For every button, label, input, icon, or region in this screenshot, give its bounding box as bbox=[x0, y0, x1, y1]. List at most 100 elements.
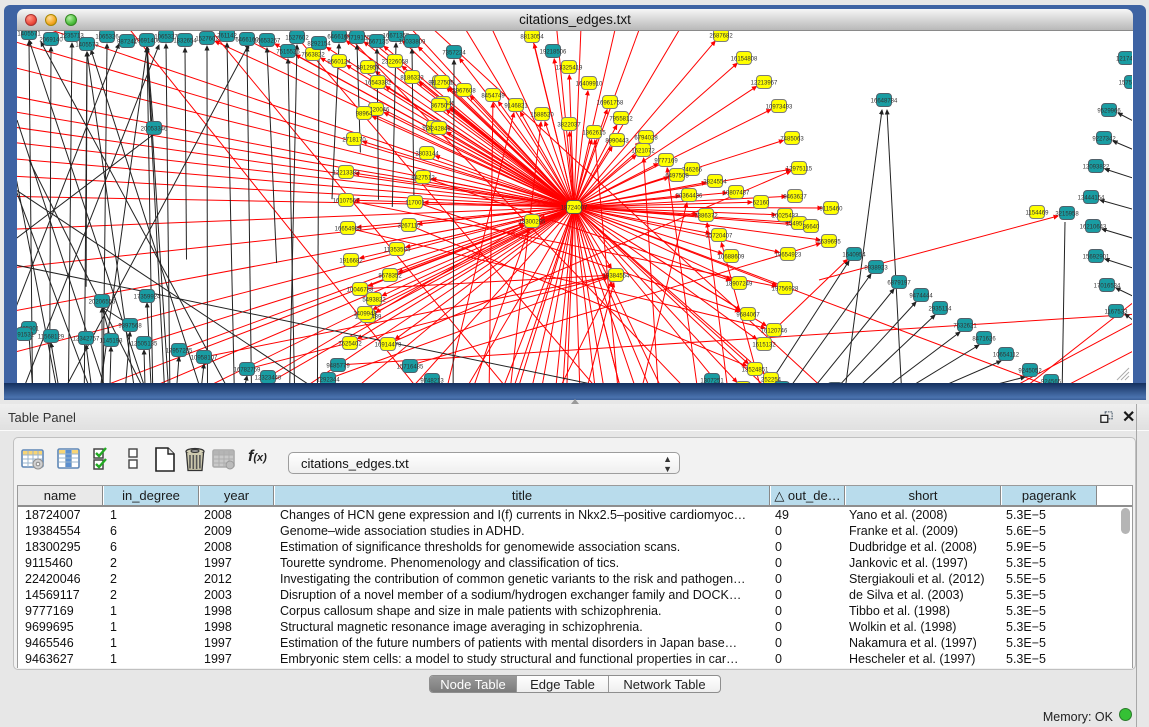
svg-text:16648784: 16648784 bbox=[871, 99, 898, 105]
svg-text:15720407: 15720407 bbox=[706, 234, 733, 240]
svg-text:12093822: 12093822 bbox=[1083, 165, 1110, 171]
svg-text:8678352: 8678352 bbox=[378, 274, 402, 280]
svg-text:8813054: 8813054 bbox=[520, 35, 544, 41]
svg-text:23226058: 23226058 bbox=[382, 60, 409, 66]
svg-text:13325419: 13325419 bbox=[556, 66, 583, 72]
svg-text:9463627: 9463627 bbox=[783, 195, 807, 201]
svg-text:6879197: 6879197 bbox=[887, 281, 911, 287]
svg-text:16409910: 16409910 bbox=[576, 82, 603, 88]
svg-text:121745: 121745 bbox=[1116, 57, 1132, 63]
svg-text:12323448: 12323448 bbox=[255, 376, 282, 382]
svg-text:1588520: 1588520 bbox=[530, 113, 554, 119]
svg-text:10973493: 10973493 bbox=[766, 105, 793, 111]
svg-text:8292154: 8292154 bbox=[307, 42, 331, 48]
svg-text:1405571: 1405571 bbox=[17, 32, 41, 38]
svg-text:16782759: 16782759 bbox=[234, 368, 261, 374]
svg-text:62160: 62160 bbox=[753, 201, 770, 207]
svg-text:8912954: 8912954 bbox=[356, 66, 380, 72]
svg-text:7386372: 7386372 bbox=[694, 214, 718, 220]
svg-text:3242848: 3242848 bbox=[427, 127, 451, 133]
svg-text:10688609: 10688609 bbox=[718, 255, 745, 261]
svg-text:36750: 36750 bbox=[431, 104, 448, 110]
svg-text:7632621: 7632621 bbox=[953, 324, 977, 330]
svg-text:117001: 117001 bbox=[405, 201, 425, 207]
svg-text:2718170: 2718170 bbox=[342, 138, 366, 144]
svg-text:3822037: 3822037 bbox=[557, 123, 581, 129]
svg-text:16120746: 16120746 bbox=[761, 329, 788, 335]
svg-text:16914479: 16914479 bbox=[375, 343, 402, 349]
svg-text:1405573: 1405573 bbox=[75, 43, 99, 49]
svg-text:1065326: 1065326 bbox=[95, 35, 119, 41]
svg-text:9660124: 9660124 bbox=[327, 60, 351, 66]
svg-text:16210643: 16210643 bbox=[1080, 225, 1107, 231]
svg-text:2687682: 2687682 bbox=[709, 34, 733, 40]
svg-text:11568129: 11568129 bbox=[38, 335, 65, 341]
svg-text:7955812: 7955812 bbox=[609, 117, 633, 123]
svg-text:3267110: 3267110 bbox=[398, 224, 422, 230]
svg-text:9474444: 9474444 bbox=[909, 294, 933, 300]
svg-text:9245052: 9245052 bbox=[1018, 369, 1042, 375]
svg-text:20206556: 20206556 bbox=[89, 300, 116, 306]
svg-text:6497508: 6497508 bbox=[665, 174, 689, 180]
svg-text:1527602: 1527602 bbox=[285, 36, 309, 42]
svg-text:3215958: 3215958 bbox=[1055, 212, 1079, 218]
svg-text:7663822: 7663822 bbox=[301, 53, 325, 59]
svg-text:12342757: 12342757 bbox=[73, 337, 100, 343]
svg-text:9684067: 9684067 bbox=[736, 313, 760, 319]
svg-text:20364436: 20364436 bbox=[676, 194, 703, 200]
svg-text:1167533: 1167533 bbox=[1105, 310, 1129, 316]
svg-text:36640: 36640 bbox=[803, 225, 820, 231]
svg-text:6639695: 6639695 bbox=[817, 240, 841, 246]
svg-text:2967608: 2967608 bbox=[452, 89, 476, 95]
svg-text:1145193: 1145193 bbox=[100, 339, 124, 345]
svg-text:12213383: 12213383 bbox=[333, 171, 360, 177]
svg-text:9777169: 9777169 bbox=[654, 159, 678, 165]
svg-text:12213967: 12213967 bbox=[751, 81, 778, 87]
svg-text:16654988: 16654988 bbox=[335, 227, 362, 233]
svg-text:1527602: 1527602 bbox=[195, 37, 219, 43]
svg-text:8427512: 8427512 bbox=[411, 176, 435, 182]
svg-text:391531: 391531 bbox=[17, 333, 35, 339]
svg-text:1154469: 1154469 bbox=[1026, 211, 1050, 217]
svg-text:8471626: 8471626 bbox=[972, 337, 996, 343]
svg-text:17957225: 17957225 bbox=[166, 349, 193, 355]
svg-text:5493822: 5493822 bbox=[362, 298, 386, 304]
svg-text:9485779: 9485779 bbox=[326, 364, 350, 370]
svg-text:7515526: 7515526 bbox=[276, 50, 300, 56]
svg-text:1916682: 1916682 bbox=[339, 259, 363, 265]
svg-text:10958107: 10958107 bbox=[191, 356, 218, 362]
svg-text:1362615: 1362615 bbox=[582, 131, 606, 137]
svg-text:1409948: 1409948 bbox=[353, 312, 377, 318]
svg-text:11353594: 11353594 bbox=[384, 248, 411, 254]
svg-text:9227342: 9227342 bbox=[1092, 137, 1116, 143]
svg-text:2935114: 2935114 bbox=[929, 307, 953, 313]
svg-text:18724007: 18724007 bbox=[561, 206, 588, 212]
svg-text:16033809: 16033809 bbox=[399, 40, 426, 46]
svg-text:9115460: 9115460 bbox=[820, 207, 844, 213]
svg-text:16107567: 16107567 bbox=[333, 199, 360, 205]
svg-text:1615132: 1615132 bbox=[752, 343, 776, 349]
svg-text:16154808: 16154808 bbox=[731, 57, 758, 63]
svg-text:19384554: 19384554 bbox=[603, 274, 630, 280]
svg-text:6794028: 6794028 bbox=[634, 136, 658, 142]
svg-text:9397568: 9397568 bbox=[118, 324, 142, 330]
svg-text:9529966: 9529966 bbox=[1097, 109, 1121, 115]
svg-text:7357224: 7357224 bbox=[442, 51, 466, 57]
svg-text:17016534: 17016534 bbox=[1094, 284, 1121, 290]
svg-text:19654923: 19654923 bbox=[775, 253, 802, 259]
svg-text:1667135: 1667135 bbox=[365, 40, 389, 46]
svg-text:8938923: 8938923 bbox=[864, 266, 888, 272]
svg-text:1832654: 1832654 bbox=[173, 39, 197, 45]
svg-text:9127505: 9127505 bbox=[430, 81, 454, 87]
svg-text:12444154: 12444154 bbox=[1078, 196, 1105, 202]
svg-text:17359924: 17359924 bbox=[134, 295, 161, 301]
svg-text:8186323: 8186323 bbox=[400, 76, 424, 82]
svg-text:20053346: 20053346 bbox=[141, 127, 168, 133]
svg-text:10653267: 10653267 bbox=[254, 39, 281, 45]
svg-text:16543382: 16543382 bbox=[365, 81, 392, 87]
svg-text:15692901: 15692901 bbox=[1083, 255, 1110, 261]
svg-text:18907249: 18907249 bbox=[726, 282, 753, 288]
svg-text:1640954: 1640954 bbox=[842, 253, 866, 259]
svg-text:19218506: 19218506 bbox=[540, 50, 567, 56]
svg-text:16961758: 16961758 bbox=[597, 101, 624, 107]
